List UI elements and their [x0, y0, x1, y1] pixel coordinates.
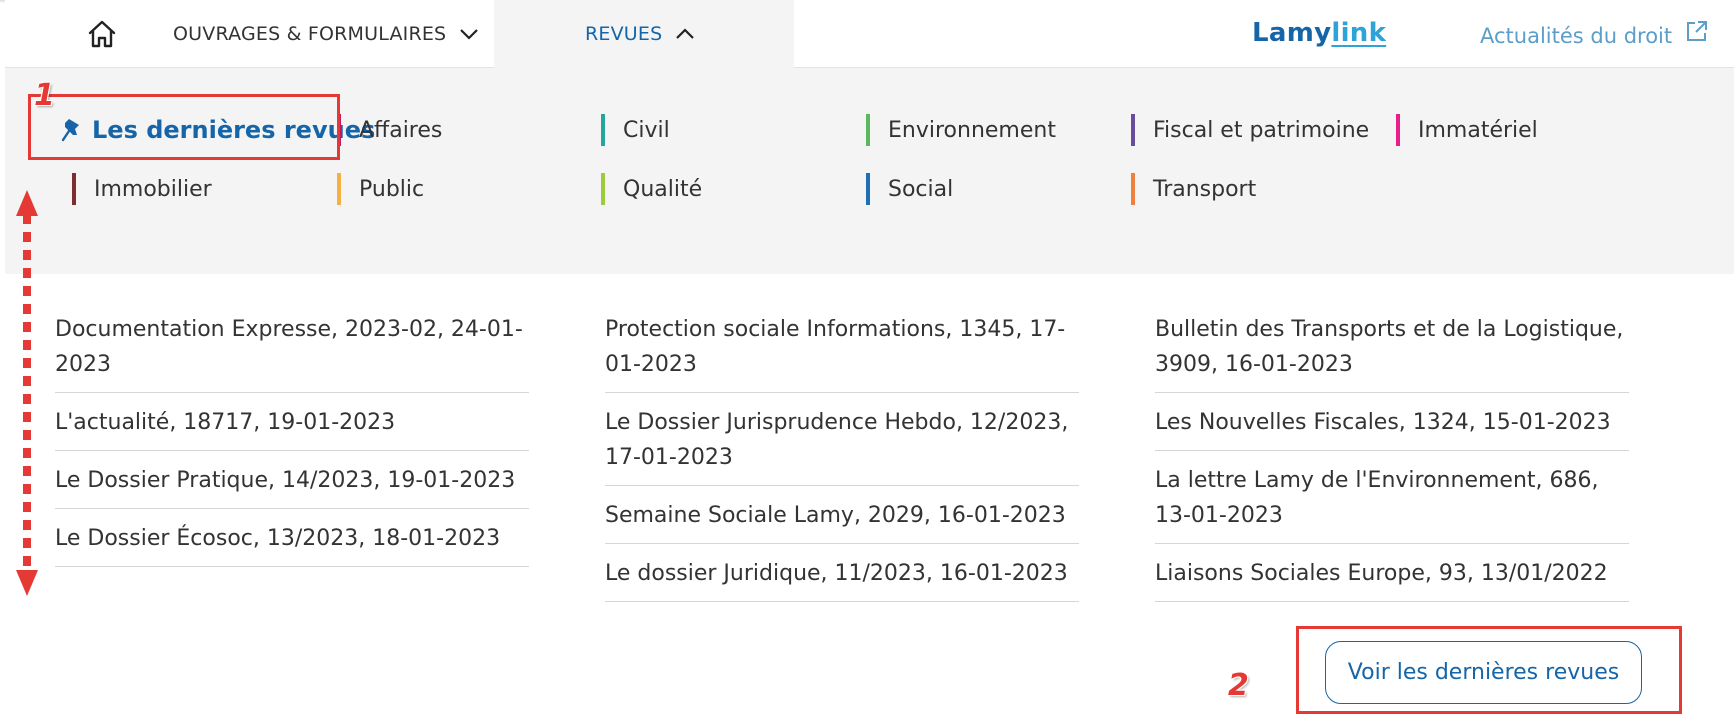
category-label: Immatériel	[1418, 117, 1538, 143]
category-label: Civil	[623, 117, 670, 143]
category-color-bar	[866, 114, 870, 146]
category-label: Affaires	[359, 117, 443, 143]
list-item[interactable]: Le Dossier Écosoc, 13/2023, 18-01-2023	[55, 509, 529, 567]
callout-number-2: 2	[1228, 668, 1249, 703]
list-item[interactable]: Liaisons Sociales Europe, 93, 13/01/2022	[1155, 544, 1629, 602]
category-public[interactable]: Public	[337, 171, 424, 207]
brand-left: Lamy	[1252, 18, 1332, 48]
category-affaires[interactable]: Affaires	[337, 112, 442, 148]
list-item[interactable]: Le dossier Juridique, 11/2023, 16-01-202…	[605, 544, 1079, 602]
category-color-bar	[1131, 114, 1135, 146]
callout-box-2	[1296, 626, 1682, 714]
list-item[interactable]: Le Dossier Jurisprudence Hebdo, 12/2023,…	[605, 393, 1079, 486]
category-environnement[interactable]: Environnement	[866, 112, 1056, 148]
category-color-bar	[1131, 173, 1135, 205]
lamylink-logo[interactable]: Lamylink	[1252, 18, 1386, 48]
category-fiscal-patrimoine[interactable]: Fiscal et patrimoine	[1131, 112, 1369, 148]
callout-box-1	[28, 94, 340, 160]
external-link-icon	[1687, 21, 1708, 41]
category-color-bar	[72, 173, 76, 205]
category-label: Transport	[1153, 176, 1257, 202]
chevron-down-icon	[460, 29, 479, 40]
list-item[interactable]: Semaine Sociale Lamy, 2029, 16-01-2023	[605, 486, 1079, 544]
category-label: Immobilier	[94, 176, 212, 202]
actualites-du-droit-link[interactable]: Actualités du droit	[1480, 21, 1710, 48]
list-item[interactable]: L'actualité, 18717, 19-01-2023	[55, 393, 529, 451]
double-arrow-icon	[16, 190, 38, 596]
category-civil[interactable]: Civil	[601, 112, 670, 148]
category-label: Social	[888, 176, 954, 202]
callout-number-1: 1	[34, 78, 55, 113]
revues-column-1: Documentation Expresse, 2023-02, 24-01-2…	[55, 300, 529, 567]
brand-right: link	[1331, 18, 1387, 48]
category-color-bar	[601, 173, 605, 205]
category-label: Environnement	[888, 117, 1056, 143]
nav-ouvrages-formulaires[interactable]: OUVRAGES & FORMULAIRES	[173, 0, 480, 68]
category-immobilier[interactable]: Immobilier	[72, 171, 212, 207]
list-item[interactable]: Protection sociale Informations, 1345, 1…	[605, 300, 1079, 393]
category-color-bar	[601, 114, 605, 146]
nav-revues-label: REVUES	[585, 23, 663, 45]
category-label: Qualité	[623, 176, 703, 202]
category-color-bar	[337, 173, 341, 205]
home-icon[interactable]	[86, 18, 118, 50]
nav-ouvrages-label: OUVRAGES & FORMULAIRES	[173, 23, 447, 45]
revues-column-2: Protection sociale Informations, 1345, 1…	[605, 300, 1079, 602]
category-color-bar	[1396, 114, 1400, 146]
list-item[interactable]: La lettre Lamy de l'Environnement, 686, …	[1155, 451, 1629, 544]
nav-revues[interactable]: REVUES	[585, 0, 696, 68]
revues-column-3: Bulletin des Transports et de la Logisti…	[1155, 300, 1629, 602]
category-color-bar	[866, 173, 870, 205]
category-label: Fiscal et patrimoine	[1153, 117, 1370, 143]
category-social[interactable]: Social	[866, 171, 953, 207]
list-item[interactable]: Les Nouvelles Fiscales, 1324, 15-01-2023	[1155, 393, 1629, 451]
actualites-label: Actualités du droit	[1480, 24, 1673, 48]
category-label: Public	[359, 176, 425, 202]
category-transport[interactable]: Transport	[1131, 171, 1256, 207]
list-item[interactable]: Documentation Expresse, 2023-02, 24-01-2…	[55, 300, 529, 393]
list-item[interactable]: Le Dossier Pratique, 14/2023, 19-01-2023	[55, 451, 529, 509]
list-item[interactable]: Bulletin des Transports et de la Logisti…	[1155, 300, 1629, 393]
chevron-up-icon	[676, 28, 695, 39]
category-qualite[interactable]: Qualité	[601, 171, 702, 207]
category-immateriel[interactable]: Immatériel	[1396, 112, 1538, 148]
